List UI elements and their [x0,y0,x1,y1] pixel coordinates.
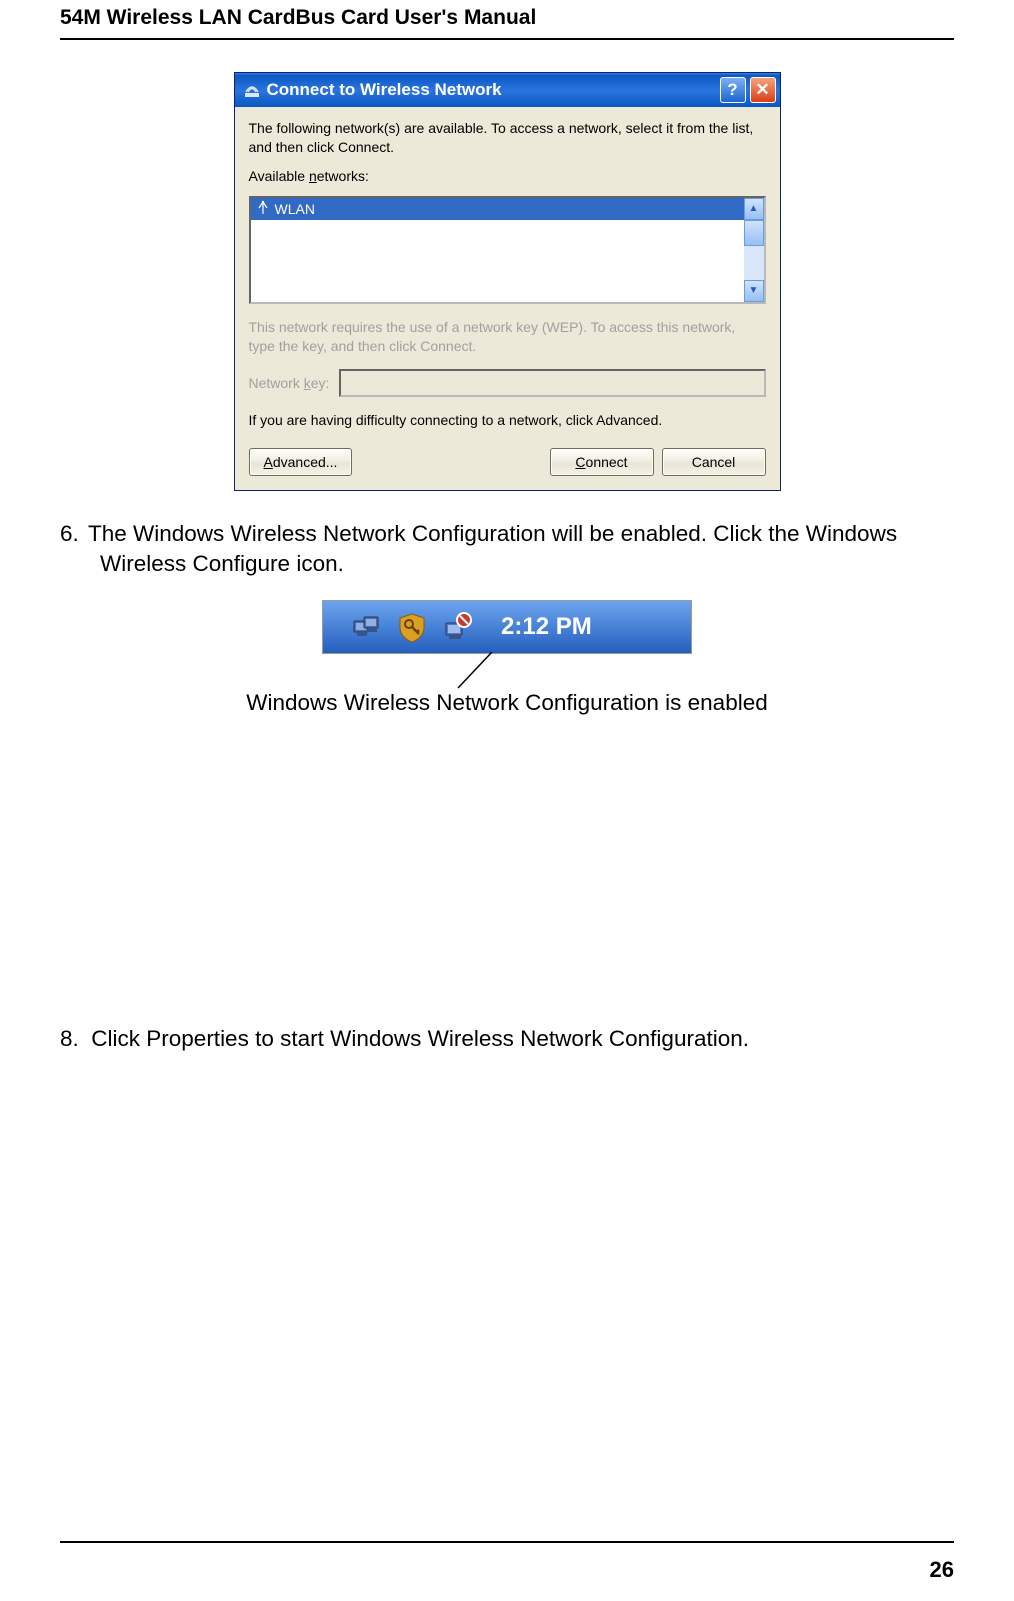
page-number: 26 [930,1557,954,1583]
wep-instruction-text: This network requires the use of a netwo… [249,318,766,356]
dialog-title: Connect to Wireless Network [267,80,502,100]
system-tray: 2:12 PM [322,600,692,654]
key-shield-icon[interactable] [395,610,429,644]
network-key-label: Network key: [249,375,330,391]
close-button[interactable]: ✕ [750,77,776,103]
advanced-instruction-text: If you are having difficulty connecting … [249,411,766,430]
available-networks-list[interactable]: WLAN ▲ ▼ [249,196,766,304]
header-rule [60,38,954,40]
footer-rule [60,1541,954,1543]
scroll-thumb[interactable] [744,220,764,246]
connect-wireless-dialog: Connect to Wireless Network ? ✕ The foll… [234,72,781,491]
advanced-button[interactable]: Advanced... [249,448,353,476]
connect-button[interactable]: Connect [550,448,654,476]
network-list-item[interactable]: WLAN [251,198,744,220]
step-8: 8. Click Properties to start Windows Wir… [60,1026,954,1052]
wireless-config-icon[interactable] [439,610,473,644]
scroll-down-button[interactable]: ▼ [744,280,764,302]
callout-line [60,654,954,690]
step-6: 6.The Windows Wireless Network Configura… [60,519,954,578]
figure-caption: Windows Wireless Network Configuration i… [60,690,954,716]
dialog-intro-text: The following network(s) are available. … [249,119,766,157]
tray-clock: 2:12 PM [501,613,592,641]
scroll-track[interactable] [744,246,764,280]
network-key-input[interactable] [339,369,765,397]
network-computers-icon[interactable] [351,610,385,644]
network-name: WLAN [275,201,315,217]
antenna-icon [257,200,269,217]
scroll-up-button[interactable]: ▲ [744,198,764,220]
page-header: 54M Wireless LAN CardBus Card User's Man… [60,0,954,38]
wireless-dialog-icon [243,81,261,99]
available-networks-label: Available networks: [249,167,766,186]
help-button[interactable]: ? [720,77,746,103]
scrollbar[interactable]: ▲ ▼ [744,198,764,302]
cancel-button[interactable]: Cancel [662,448,766,476]
titlebar: Connect to Wireless Network ? ✕ [235,73,780,107]
